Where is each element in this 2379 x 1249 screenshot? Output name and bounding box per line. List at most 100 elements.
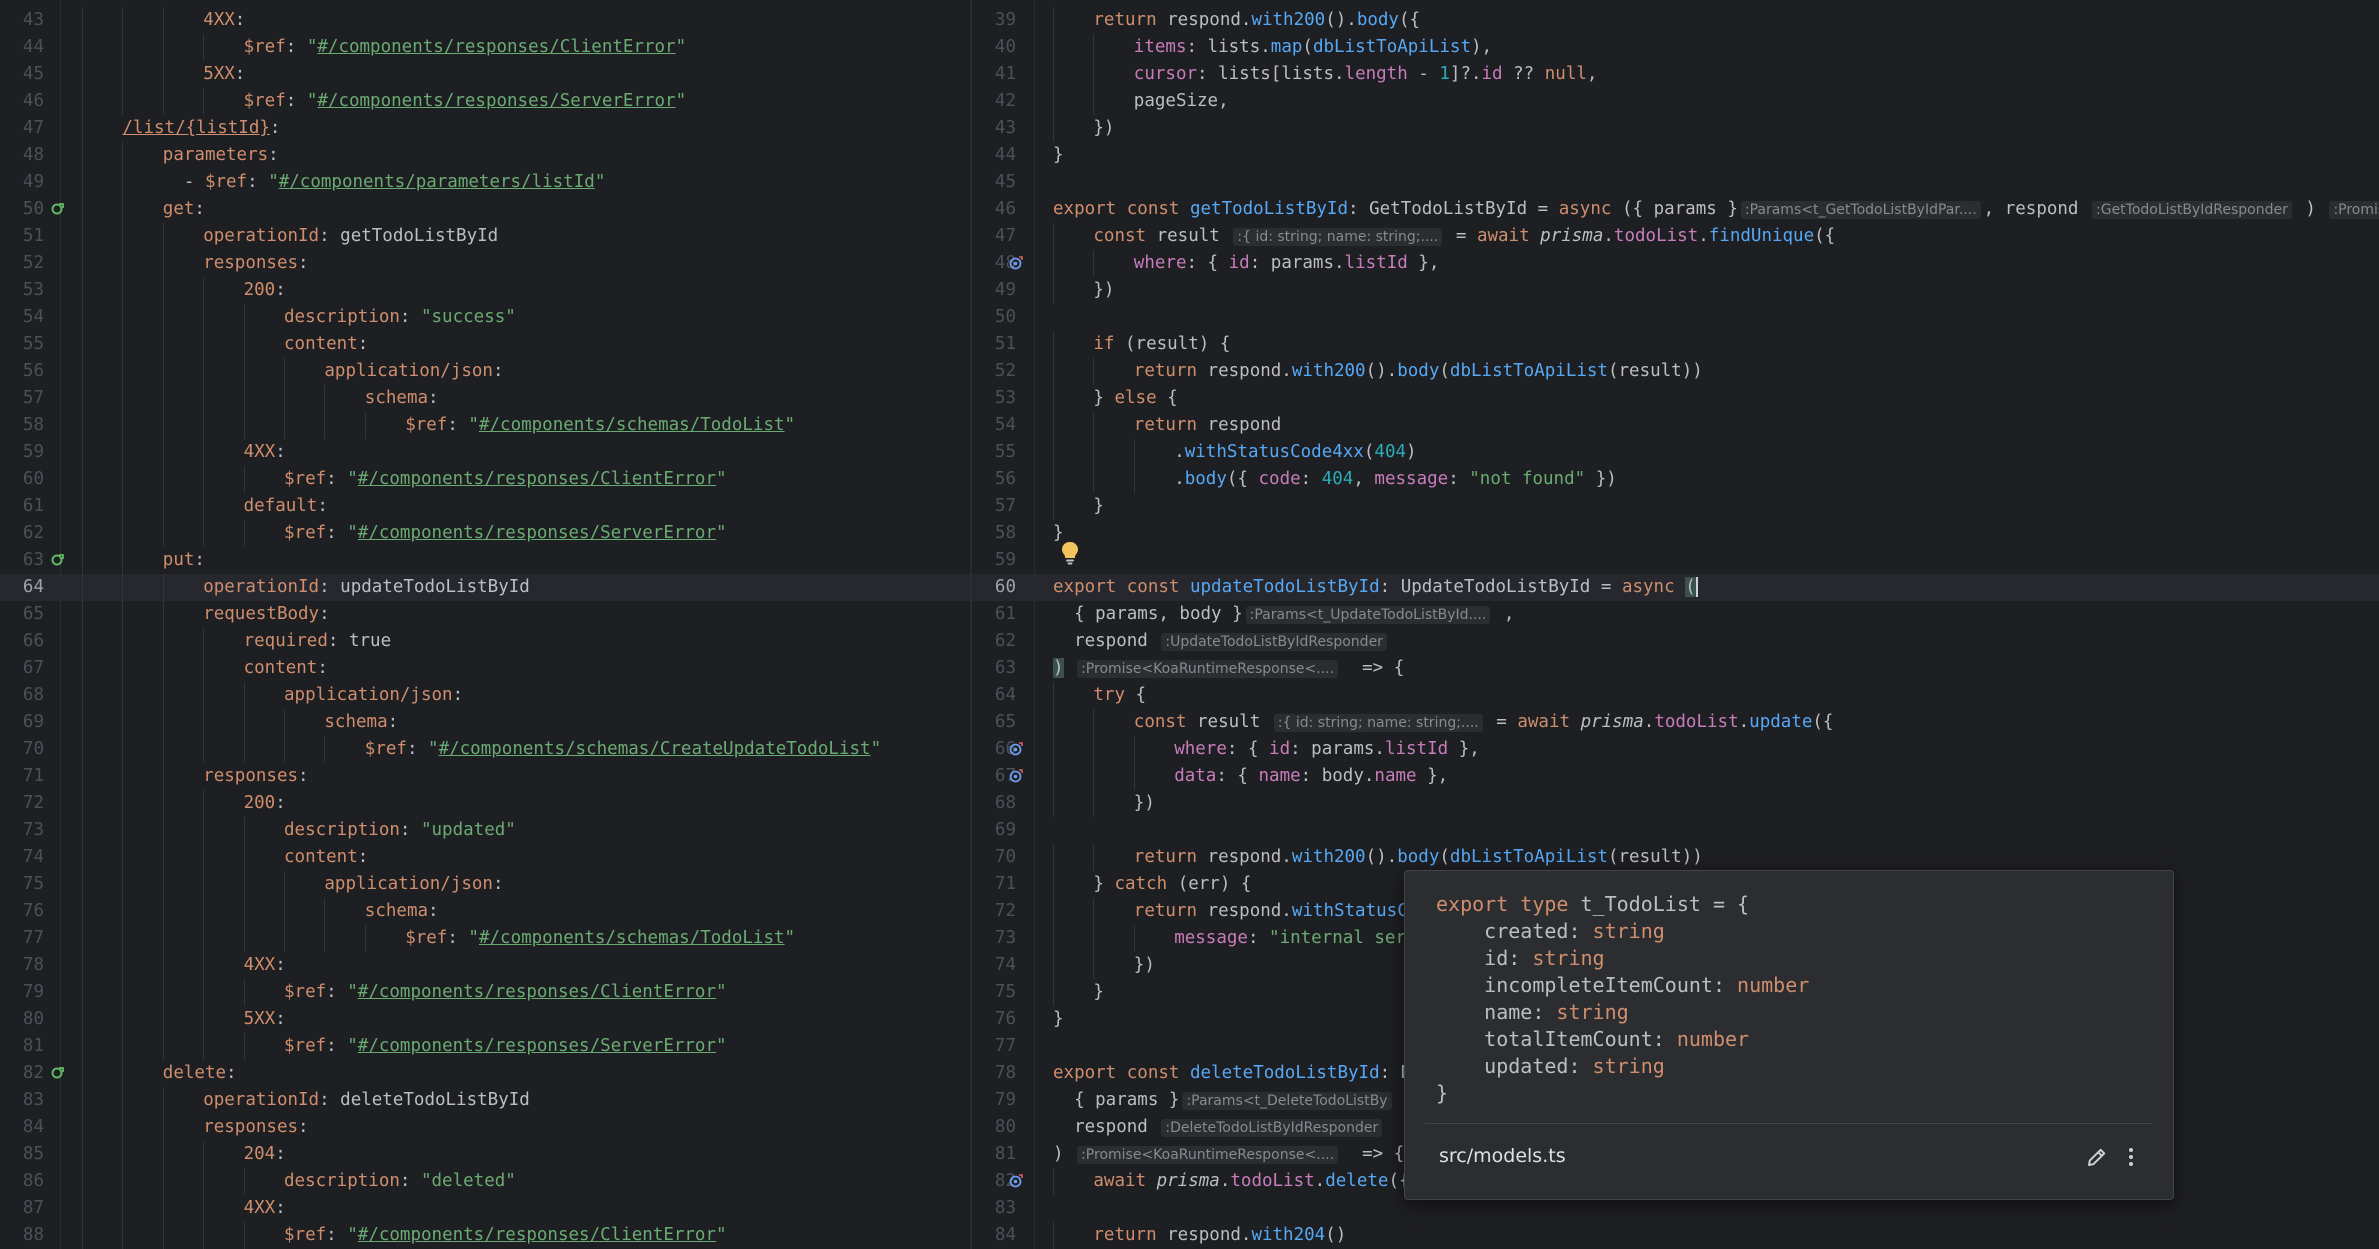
yaml-code-line[interactable]: 65 requestBody: [0,601,970,628]
code-text[interactable]: export const updateTodoListById: UpdateT… [1053,574,1698,601]
yaml-code-line[interactable]: 50 get: [0,196,970,223]
code-text[interactable]: respond :UpdateTodoListByIdResponder [1053,628,1390,656]
code-text[interactable]: application/json: [324,358,503,385]
code-text[interactable]: .withStatusCode4xx(404) [1174,439,1416,466]
code-text[interactable]: try { [1093,682,1146,709]
navigate-icon[interactable] [50,1066,64,1080]
code-text[interactable]: default: [244,493,328,520]
code-text[interactable]: operationId: deleteTodoListById [203,1087,530,1114]
yaml-code-line[interactable]: 66 required: true [0,628,970,655]
yaml-code-line[interactable]: 72 200: [0,790,970,817]
yaml-code-line[interactable]: 81 $ref: "#/components/responses/ServerEr… [0,1033,970,1060]
ts-code-line[interactable]: 51 if (result) { [972,331,2379,358]
ts-code-line[interactable]: 60 export const updateTodoListById: Updat… [972,574,2379,601]
code-text[interactable]: await prisma.todoList.delete({ [1093,1168,1409,1195]
inlay-type-hint[interactable]: :UpdateTodoListByIdResponder [1161,633,1387,651]
ts-code-line[interactable]: 52 return respond.with200().body(dbListTo… [972,358,2379,385]
code-text[interactable]: $ref: "#/components/responses/ServerErro… [284,520,727,547]
code-text[interactable]: schema: [324,709,398,736]
yaml-code-line[interactable]: 57 schema: [0,385,970,412]
yaml-code-line[interactable]: 58 $ref: "#/components/schemas/TodoList" [0,412,970,439]
inlay-type-hint[interactable]: :{ id: string; name: string;.... [1233,228,1443,246]
implement-icon[interactable] [1009,1174,1023,1188]
ts-code-line[interactable]: 63) :Promise<KoaRuntimeResponse<.... => … [972,655,2379,682]
yaml-code-line[interactable]: 67 content: [0,655,970,682]
ts-code-line[interactable]: 56 .body({ code: 404, message: "not found… [972,466,2379,493]
ts-code-line[interactable]: 54 return respond [972,412,2379,439]
ts-code-line[interactable]: 43}) [972,115,2379,142]
code-text[interactable]: return respond.with204() [1093,1222,1346,1249]
inlay-type-hint[interactable]: :{ id: string; name: string;.... [1273,714,1483,732]
yaml-code-line[interactable]: 87 4XX: [0,1195,970,1222]
code-text[interactable]: where: { id: params.listId }, [1134,250,1440,277]
yaml-code-line[interactable]: 78 4XX: [0,952,970,979]
code-text[interactable]: } else { [1093,385,1177,412]
code-text[interactable]: message: "internal serv [1174,925,1416,952]
implement-icon[interactable] [1009,256,1023,270]
code-text[interactable]: content: [284,331,368,358]
code-text[interactable]: } [1053,1006,1064,1033]
ts-code-line[interactable]: 61 { params, body }:Params<t_UpdateTodoL… [972,601,2379,628]
yaml-code-line[interactable]: 54 description: "success" [0,304,970,331]
yaml-code-line[interactable]: 69 schema: [0,709,970,736]
ts-code-line[interactable]: 68}) [972,790,2379,817]
code-text[interactable]: 200: [244,277,286,304]
code-text[interactable]: responses: [203,1114,308,1141]
code-text[interactable]: 204: [244,1141,286,1168]
yaml-code-line[interactable]: 48 parameters: [0,142,970,169]
ts-code-line[interactable]: 55 .withStatusCode4xx(404) [972,439,2379,466]
yaml-code-line[interactable]: 52 responses: [0,250,970,277]
code-text[interactable]: ) :Promise<KoaRuntimeResponse<.... => { [1053,1141,1404,1169]
ts-code-line[interactable]: 39 return respond.with200().body({ [972,7,2379,34]
ts-code-line[interactable]: 67 data: { name: body.name }, [972,763,2379,790]
code-text[interactable]: { params, body }:Params<t_UpdateTodoList… [1053,601,1514,629]
yaml-code-line[interactable]: 82 delete: [0,1060,970,1087]
code-text[interactable]: $ref: "#/components/responses/ServerErro… [284,1033,727,1060]
ts-code-line[interactable]: 64 try { [972,682,2379,709]
code-text[interactable]: 4XX: [244,439,286,466]
ts-code-line[interactable]: 50 [972,304,2379,331]
openapi-editor-pane[interactable]: 43 4XX: 44 $ref: "#/components/responses/Cl… [0,0,970,1249]
yaml-code-line[interactable]: 53 200: [0,277,970,304]
code-text[interactable]: $ref: "#/components/schemas/CreateUpdate… [365,736,881,763]
yaml-code-line[interactable]: 55 content: [0,331,970,358]
code-text[interactable]: return respond.with200().body(dbListToAp… [1134,358,1703,385]
code-text[interactable]: $ref: "#/components/responses/ClientErro… [244,34,687,61]
code-text[interactable]: operationId: updateTodoListById [203,574,530,601]
yaml-code-line[interactable]: 76 schema: [0,898,970,925]
yaml-code-line[interactable]: 51 operationId: getTodoListById [0,223,970,250]
ts-code-line[interactable]: 41 cursor: lists[lists.length - 1]?.id ??… [972,61,2379,88]
code-text[interactable]: description: "success" [284,304,516,331]
code-text[interactable]: .body({ code: 404, message: "not found" … [1174,466,1617,493]
code-text[interactable]: items: lists.map(dbListToApiList), [1134,34,1492,61]
code-text[interactable]: return respond.with200().body(dbListToAp… [1134,844,1703,871]
yaml-code-line[interactable]: 84 responses: [0,1114,970,1141]
ts-code-line[interactable]: 59 [972,547,2379,574]
yaml-code-line[interactable]: 88 $ref: "#/components/responses/ClientEr… [0,1222,970,1249]
code-text[interactable]: where: { id: params.listId }, [1174,736,1480,763]
code-text[interactable]: return respond.with200().body({ [1093,7,1420,34]
yaml-code-line[interactable]: 45 5XX: [0,61,970,88]
yaml-code-line[interactable]: 44 $ref: "#/components/responses/ClientEr… [0,34,970,61]
yaml-code-line[interactable]: 71 responses: [0,763,970,790]
code-text[interactable]: requestBody: [203,601,329,628]
code-text[interactable]: schema: [365,385,439,412]
yaml-code-line[interactable]: 49 - $ref: "#/components/parameters/list… [0,169,970,196]
inlay-type-hint[interactable]: :Promise<KoaRuntimeResponse<.... [2329,201,2379,219]
code-text[interactable]: const result :{ id: string; name: string… [1093,223,1835,251]
yaml-code-line[interactable]: 43 4XX: [0,7,970,34]
code-text[interactable]: 5XX: [244,1006,286,1033]
code-text[interactable]: description: "updated" [284,817,516,844]
ts-code-line[interactable]: 69 [972,817,2379,844]
code-text[interactable]: export const deleteTodoListById: De [1053,1060,1422,1087]
yaml-code-line[interactable]: 61 default: [0,493,970,520]
code-text[interactable]: } [1053,142,1064,169]
yaml-code-line[interactable]: 79 $ref: "#/components/responses/ClientEr… [0,979,970,1006]
ts-code-line[interactable]: 47 const result :{ id: string; name: stri… [972,223,2379,250]
ts-code-line[interactable]: 62 respond :UpdateTodoListByIdResponder [972,628,2379,655]
ts-code-line[interactable]: 49}) [972,277,2379,304]
yaml-code-line[interactable]: 62 $ref: "#/components/responses/ServerEr… [0,520,970,547]
ts-code-line[interactable]: 66 where: { id: params.listId }, [972,736,2379,763]
yaml-code-line[interactable]: 63 put: [0,547,970,574]
code-text[interactable]: } [1093,493,1104,520]
